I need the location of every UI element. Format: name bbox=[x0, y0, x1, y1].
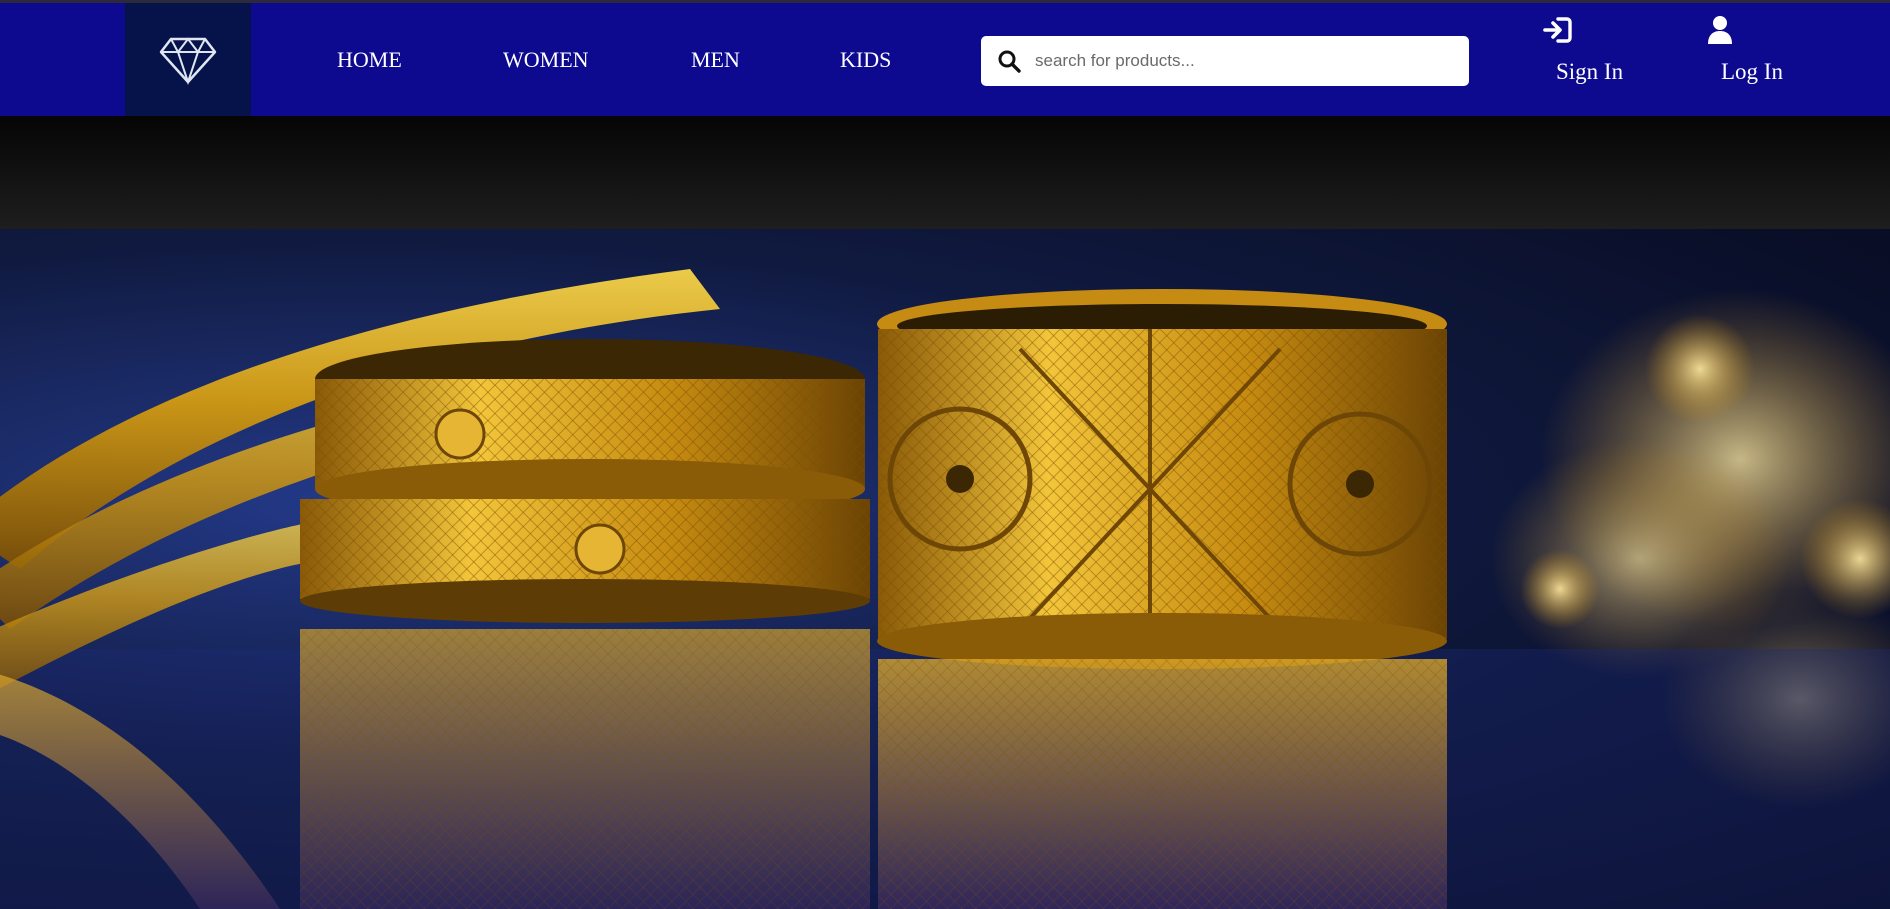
navbar: HOME WOMEN MEN KIDS Sign In bbox=[0, 3, 1890, 116]
search-bar bbox=[981, 36, 1469, 86]
logo[interactable] bbox=[125, 3, 251, 116]
sign-in-label: Sign In bbox=[1556, 59, 1624, 84]
sign-in-arrow-icon bbox=[1542, 13, 1572, 47]
log-in-label: Log In bbox=[1721, 59, 1783, 84]
hero-banner bbox=[0, 229, 1890, 909]
diamond-icon bbox=[159, 36, 217, 85]
nav-link-women[interactable]: WOMEN bbox=[503, 47, 589, 73]
nav-link-kids[interactable]: KIDS bbox=[840, 47, 891, 73]
user-icon bbox=[1707, 13, 1733, 47]
log-in-button[interactable]: Log In bbox=[1707, 13, 1827, 93]
dark-banner-strip bbox=[0, 116, 1890, 229]
sign-in-button[interactable]: Sign In bbox=[1542, 13, 1662, 93]
nav-link-home[interactable]: HOME bbox=[337, 47, 402, 73]
search-input[interactable] bbox=[1033, 50, 1437, 72]
nav-link-men[interactable]: MEN bbox=[691, 47, 740, 73]
hero-image bbox=[0, 269, 1890, 909]
search-icon[interactable] bbox=[989, 36, 1029, 86]
